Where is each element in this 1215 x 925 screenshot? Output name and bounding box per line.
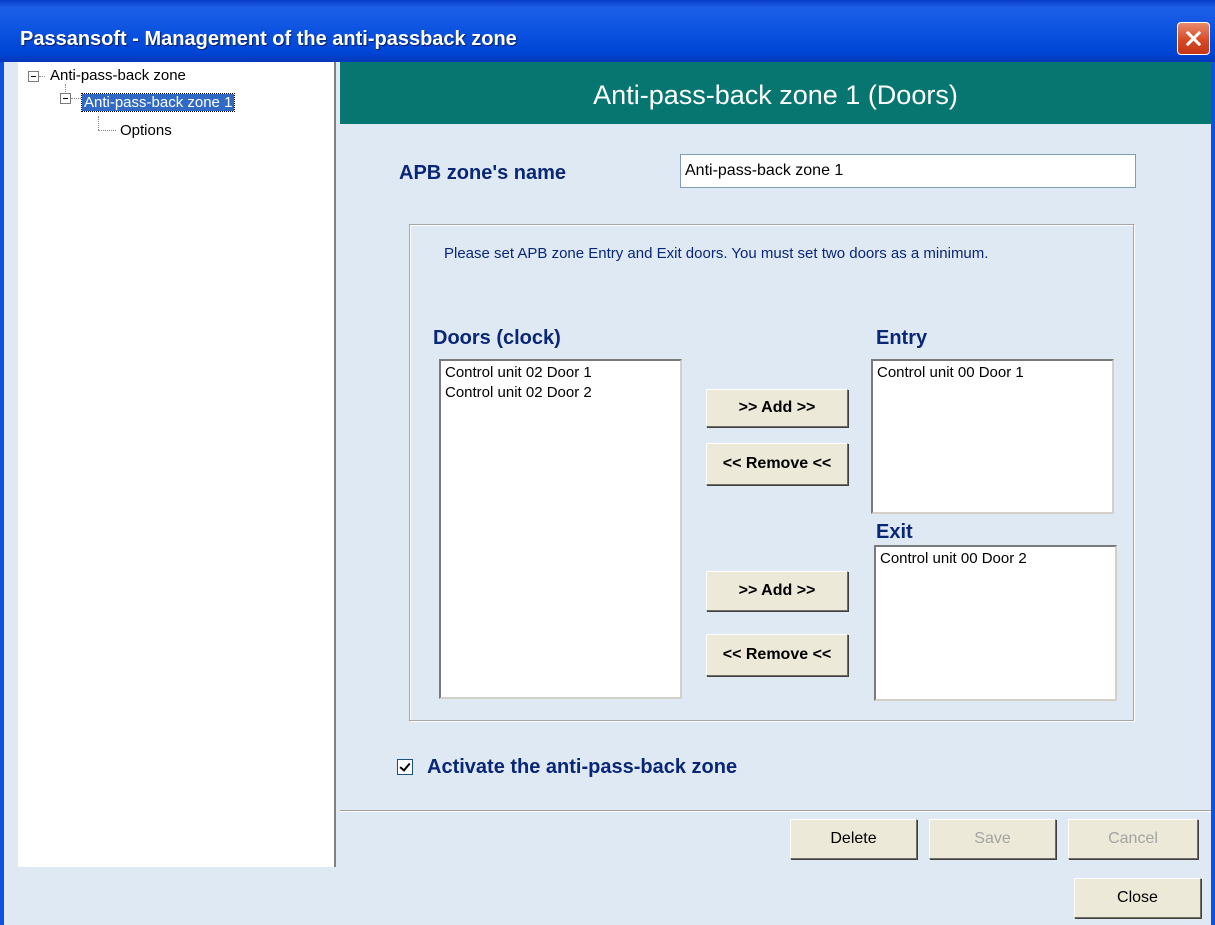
exit-list[interactable]: Control unit 00 Door 2: [874, 545, 1117, 701]
divider: [340, 811, 1211, 812]
activate-checkbox[interactable]: [397, 759, 413, 775]
tree-line: [39, 76, 45, 77]
title-bar: Passansoft - Management of the anti-pass…: [0, 0, 1215, 62]
tree-item-root[interactable]: Anti-pass-back zone: [50, 65, 186, 87]
collapse-icon[interactable]: [60, 93, 71, 104]
panel-header: Anti-pass-back zone 1 (Doors): [340, 62, 1211, 124]
doors-group: Please set APB zone Entry and Exit doors…: [409, 224, 1135, 722]
app-window: Passansoft - Management of the anti-pass…: [0, 0, 1215, 925]
tree-line: [98, 116, 99, 130]
zone-name-input[interactable]: [680, 154, 1136, 188]
tree-item-zone-1[interactable]: Anti-pass-back zone 1: [80, 93, 236, 112]
list-item[interactable]: Control unit 02 Door 1: [445, 363, 676, 383]
doors-label: Doors (clock): [433, 327, 561, 349]
window-frame-left: [0, 62, 4, 925]
entry-label: Entry: [876, 327, 928, 349]
save-button[interactable]: Save: [929, 819, 1056, 859]
add-exit-button[interactable]: >> Add >>: [706, 571, 848, 611]
cancel-button[interactable]: Cancel: [1068, 819, 1198, 859]
tree-item-options[interactable]: Options: [120, 120, 172, 142]
doors-list[interactable]: Control unit 02 Door 1 Control unit 02 D…: [439, 359, 682, 699]
list-item[interactable]: Control unit 02 Door 2: [445, 383, 676, 403]
tree-line: [71, 98, 81, 99]
window-frame-right: [1211, 62, 1215, 925]
dialog-footer: [4, 867, 1211, 925]
add-entry-button[interactable]: >> Add >>: [706, 389, 848, 427]
close-button[interactable]: Close: [1074, 878, 1201, 918]
list-item[interactable]: Control unit 00 Door 1: [877, 363, 1108, 383]
zone-tree: Anti-pass-back zone Anti-pass-back zone …: [18, 62, 336, 868]
remove-entry-button[interactable]: << Remove <<: [706, 443, 848, 485]
tree-line: [98, 130, 116, 131]
exit-label: Exit: [876, 521, 913, 543]
activate-label[interactable]: Activate the anti-pass-back zone: [427, 756, 737, 779]
remove-exit-button[interactable]: << Remove <<: [706, 634, 848, 676]
collapse-icon[interactable]: [28, 71, 39, 82]
delete-button[interactable]: Delete: [790, 819, 917, 859]
list-item[interactable]: Control unit 00 Door 2: [880, 549, 1111, 569]
tree-line: [65, 84, 66, 92]
zone-name-label: APB zone's name: [399, 162, 567, 184]
entry-list[interactable]: Control unit 00 Door 1: [871, 359, 1114, 514]
window-title: Passansoft - Management of the anti-pass…: [20, 28, 517, 50]
zone-panel: Anti-pass-back zone 1 (Doors) APB zone's…: [340, 62, 1211, 867]
close-window-icon[interactable]: [1177, 22, 1210, 55]
instructions-text: Please set APB zone Entry and Exit doors…: [444, 245, 989, 262]
